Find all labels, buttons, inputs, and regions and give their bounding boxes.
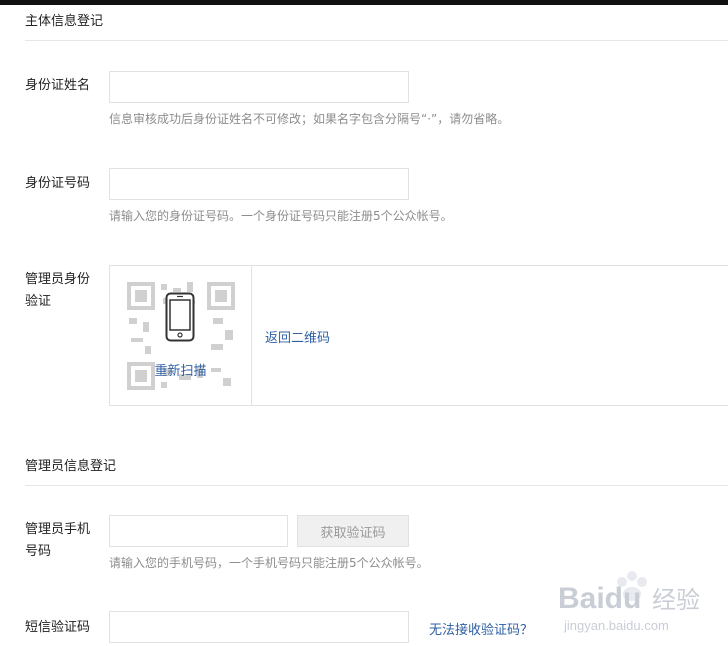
rescan-link[interactable]: 重新扫描 — [110, 360, 251, 379]
id-number-input[interactable] — [109, 168, 409, 200]
baidu-watermark: Baidu 经验 jingyan.baidu.com — [558, 571, 700, 633]
sms-code-label: 短信验证码 — [25, 620, 91, 635]
back-to-qr-link[interactable]: 返回二维码 — [265, 327, 330, 346]
sms-code-input[interactable] — [109, 611, 409, 643]
get-code-button[interactable]: 获取验证码 — [297, 515, 409, 547]
section-divider — [25, 40, 728, 41]
cant-receive-code-link[interactable]: 无法接收验证码？ — [429, 619, 533, 638]
id-name-label: 身份证姓名 — [25, 78, 91, 93]
watermark-url: jingyan.baidu.com — [563, 618, 669, 633]
entity-section-title: 主体信息登记 — [25, 14, 104, 29]
admin-section-title: 管理员信息登记 — [25, 459, 117, 474]
section-divider — [25, 485, 728, 486]
watermark-brand: Baidu — [558, 582, 641, 615]
admin-verify-box: 重新扫描 返回二维码 — [109, 265, 728, 406]
id-number-label: 身份证号码 — [25, 176, 91, 191]
top-bar — [0, 0, 728, 5]
phone-icon — [165, 292, 195, 342]
admin-phone-hint: 请输入您的手机号码，一个手机号码只能注册5个公众帐号。 — [109, 556, 429, 570]
qr-panel: 重新扫描 — [110, 266, 252, 405]
admin-phone-label: 管理员手机号码 — [25, 522, 91, 559]
id-name-input[interactable] — [109, 71, 409, 103]
admin-phone-input[interactable] — [109, 515, 288, 547]
watermark-sub: 经验 — [652, 586, 700, 614]
id-number-hint: 请输入您的身份证号码。一个身份证号码只能注册5个公众帐号。 — [109, 209, 453, 223]
admin-verify-label: 管理员身份验证 — [25, 272, 91, 309]
id-name-hint: 信息审核成功后身份证姓名不可修改；如果名字包含分隔号“·”，请勿省略。 — [109, 112, 510, 126]
